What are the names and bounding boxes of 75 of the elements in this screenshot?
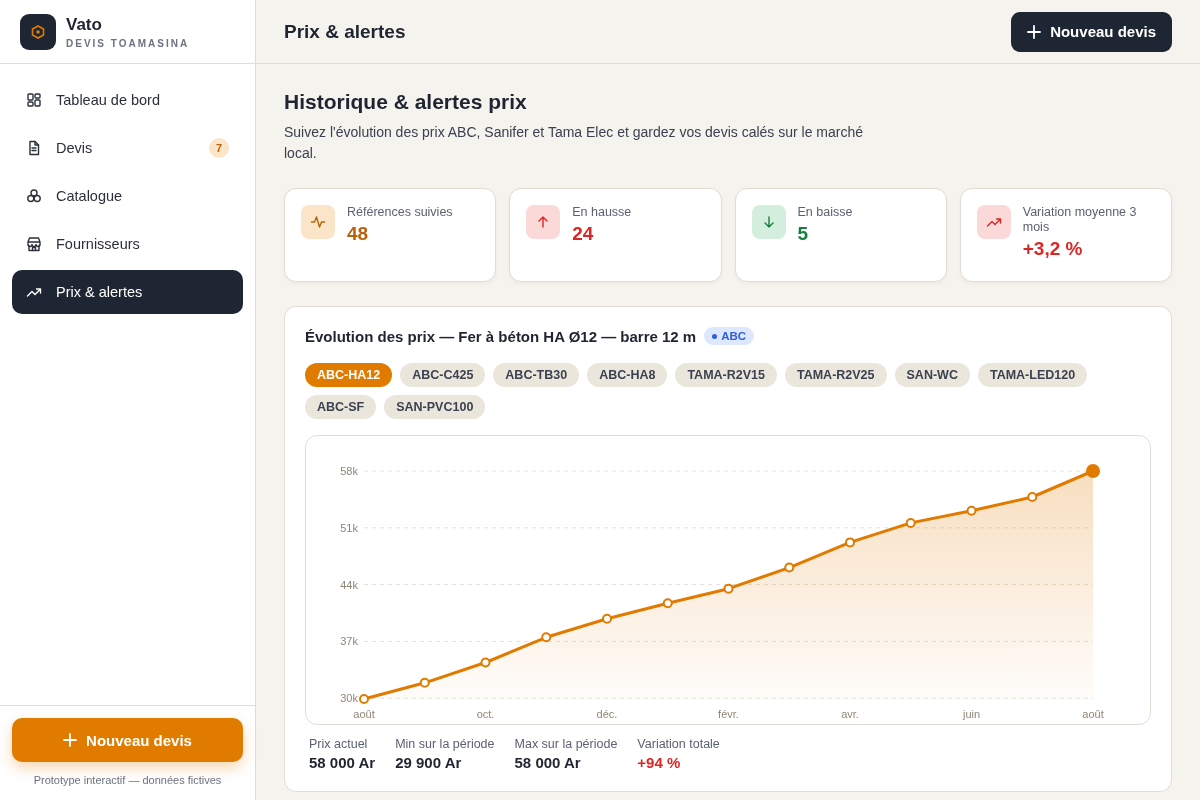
stat-value: 24 [572,223,595,245]
y-tick-label: 30k [340,692,358,705]
summary-value: 29 900 Ar [395,754,463,771]
reference-chip[interactable]: TAMA-LED120 [977,363,1088,387]
y-tick-label: 44k [340,578,358,591]
count-badge: 7 [209,138,229,158]
document-icon [26,140,42,156]
summary-value: 58 000 Ar [514,754,582,771]
arrow-up-icon [526,205,561,239]
pulse-icon [301,205,335,239]
cluster-icon [26,188,42,204]
point [359,694,369,704]
reference-chip[interactable]: SAN-WC [894,363,970,387]
x-tick-label: juin [962,708,981,720]
logo-icon [20,13,56,50]
plus-icon [63,733,78,747]
new-quote-button[interactable]: Nouveau devis [1011,11,1172,52]
nav-item[interactable]: Tableau de bord [12,78,243,122]
stat-value: 5 [797,223,810,245]
x-tick-label: août [1082,708,1104,720]
summary-label: Variation totale [637,737,720,751]
stat-label: En hausse [572,205,632,220]
point [784,562,795,573]
x-tick-label: févr. [718,708,739,720]
point [541,632,552,643]
reference-chip[interactable]: ABC-HA8 [587,363,668,387]
stat-label: Variation moyenne 3 mois [1022,205,1138,235]
reference-chip[interactable]: ABC-C425 [400,363,486,387]
chart-title: Évolution des prix — Fer à béton HA Ø12 — barre 12 m [305,327,697,345]
stat-label: En baisse [797,205,853,220]
x-tick-label: août [353,708,375,720]
nav-item[interactable]: Fournisseurs [12,222,243,266]
point [723,583,734,594]
point [602,613,612,624]
point [905,517,916,528]
footer-note: Prototype interactif — données fictives [33,774,222,786]
reference-chip[interactable]: SAN-PVC100 [384,395,486,419]
reference-chip[interactable]: TAMA-R2V15 [675,363,777,387]
x-tick-label: déc. [596,708,618,720]
dashboard-icon [26,92,42,108]
nav-item[interactable]: Devis 7 [12,126,243,170]
summary-value: 58 000 Ar [309,754,376,771]
reference-chip[interactable]: ABC-SF [305,395,377,419]
trend-up-icon [976,205,1011,239]
summary-label: Prix actuel [309,737,369,751]
nav-item[interactable]: Catalogue [12,174,243,218]
reference-chip[interactable]: TAMA-R2V25 [784,363,887,387]
x-tick-label: avr. [841,708,859,720]
x-tick-label: oct. [476,708,495,720]
arrow-down-icon [751,205,786,239]
nav-item[interactable]: Prix & alertes [12,270,243,314]
stat-label: Références suivies [347,205,453,220]
point [480,657,491,668]
plus-icon [1027,24,1042,39]
section-description: Suivez l'évolution des prix ABC, Sanifer et Tama Elec et gardez vos devis calés sur le marché local. [284,123,865,163]
storefront-icon [26,236,42,252]
app-subtitle: DEVIS TOAMASINA [66,37,190,49]
page-header-title: Prix & alertes [284,20,406,43]
y-tick-label: 51k [340,521,358,534]
section-title: Historique & alertes prix [284,90,528,114]
app-name: Vato [66,14,103,35]
summary-label: Min sur la période [395,737,495,751]
point [419,677,430,688]
y-tick-label: 37k [340,635,358,648]
reference-chip[interactable]: ABC-TB30 [493,363,580,387]
supplier-tag: ABC [704,327,755,345]
point [662,598,673,609]
point [1027,491,1038,502]
summary-value: +94 % [637,754,682,771]
stat-value: 48 [347,223,370,245]
summary-label: Max sur la période [514,737,618,751]
y-tick-label: 58k [340,465,358,477]
point [966,505,977,516]
stat-value: +3,2 % [1022,238,1084,260]
point [845,537,855,548]
